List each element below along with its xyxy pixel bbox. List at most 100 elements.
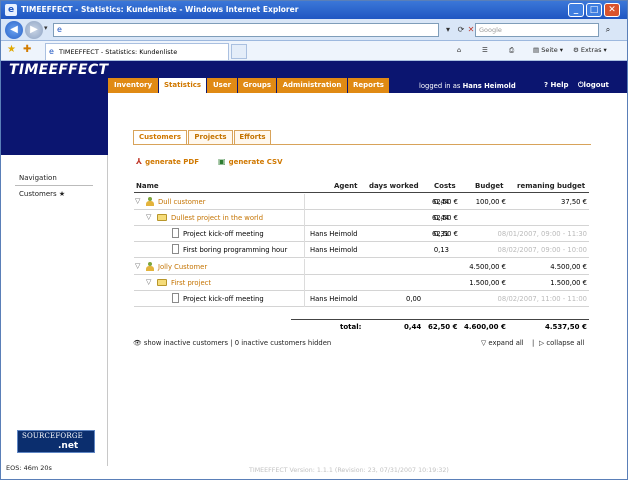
table-row[interactable]: Project kick-off meeting Hans Heimold 0,…	[134, 291, 589, 307]
nav-reports[interactable]: Reports	[348, 78, 390, 93]
collapse-all-link[interactable]: ▷ collapse all	[539, 339, 584, 347]
nav-administration[interactable]: Administration	[277, 78, 348, 93]
nav-statistics[interactable]: Statistics	[159, 78, 207, 93]
title-bar: e TIMEEFFECT - Statistics: Kundenliste -…	[1, 1, 627, 19]
logout-link[interactable]: ⏻logout	[578, 81, 609, 90]
total-days: 0,44	[404, 323, 422, 331]
app-logo: TIMEEFFECT	[9, 62, 109, 78]
column-separator	[304, 291, 305, 307]
total-remaining: 4.537,50 €	[545, 323, 587, 331]
table-row[interactable]: Project kick-off meeting Hans Heimold 0,…	[134, 226, 589, 242]
nav-user[interactable]: User	[207, 78, 238, 93]
feeds-icon[interactable]: ☰	[482, 46, 488, 54]
minimize-button[interactable]: _	[568, 3, 584, 17]
row-name[interactable]: Dullest project in the world	[171, 214, 263, 222]
project-folder-icon	[157, 279, 167, 286]
collapse-icon[interactable]: ▽	[146, 278, 151, 286]
page-menu[interactable]: ▤ Seite ▾	[533, 46, 563, 54]
total-budget: 4.600,00 €	[464, 323, 506, 331]
generate-pdf-label: generate PDF	[145, 158, 200, 166]
forward-button[interactable]: ▶	[25, 21, 43, 39]
nav-groups[interactable]: Groups	[238, 78, 277, 93]
window-title: TIMEEFFECT - Statistics: Kundenliste - W…	[21, 5, 299, 14]
print-icon[interactable]: ⎙	[509, 46, 514, 55]
table-row[interactable]: ▽ Dullest project in the world 0,44 62,5…	[134, 210, 589, 226]
collapse-icon: ▷	[539, 339, 545, 347]
row-name[interactable]: Dull customer	[158, 198, 206, 206]
row-date: 08/02/2007, 09:00 - 10:00	[497, 246, 587, 254]
row-agent: Hans Heimold	[310, 246, 358, 254]
new-tab-button[interactable]	[231, 44, 247, 59]
column-header-name[interactable]: Name	[136, 182, 159, 190]
pdf-icon: ⅄	[136, 157, 143, 166]
column-separator	[304, 210, 305, 226]
maximize-button[interactable]: □	[586, 3, 602, 17]
help-label: Help	[550, 81, 569, 89]
collapse-all-label: collapse all	[546, 339, 585, 347]
row-agent: Hans Heimold	[310, 295, 358, 303]
tab-efforts[interactable]: Efforts	[234, 130, 271, 144]
dropdown-icon[interactable]: ▾	[441, 23, 455, 37]
total-label: total:	[340, 323, 362, 331]
collapse-icon[interactable]: ▽	[146, 213, 151, 221]
home-icon[interactable]: ⌂	[457, 46, 461, 54]
collapse-icon[interactable]: ▽	[135, 197, 140, 205]
row-name[interactable]: Project kick-off meeting	[183, 295, 264, 303]
row-name[interactable]: Jolly Customer	[158, 263, 207, 271]
column-separator	[304, 275, 305, 291]
search-input[interactable]: Google	[475, 23, 599, 37]
generate-csv-link[interactable]: ▣ generate CSV	[218, 157, 282, 166]
row-name[interactable]: Project kick-off meeting	[183, 230, 264, 238]
tab-toolbar: ★ ✚ e TIMEEFFECT - Statistics: Kundenlis…	[1, 41, 627, 61]
active-marker-icon: ★	[58, 190, 66, 198]
add-favorite-icon[interactable]: ✚	[23, 44, 31, 55]
help-link[interactable]: ? Help	[544, 81, 569, 89]
back-button[interactable]: ◀	[5, 21, 23, 39]
column-header-budget[interactable]: Budget	[475, 182, 503, 190]
table-row[interactable]: ▽ First project 1.500,00 € 1.500,00 €	[134, 275, 589, 291]
search-icon[interactable]: ⌕	[601, 23, 615, 37]
row-name[interactable]: First project	[171, 279, 211, 287]
sourceforge-logo[interactable]: SOURCEFORGE .net	[17, 430, 95, 453]
ie-icon: e	[5, 4, 17, 16]
extras-menu-label: Extras	[580, 46, 602, 54]
csv-icon: ▣	[218, 157, 226, 166]
row-date: 08/01/2007, 09:00 - 11:30	[497, 230, 587, 238]
column-header-remaining[interactable]: remaning budget	[517, 182, 585, 190]
history-dropdown-icon[interactable]: ▾	[44, 24, 48, 32]
tab-projects[interactable]: Projects	[188, 130, 233, 144]
row-costs: 62,50 €	[432, 198, 458, 206]
close-button[interactable]: ✕	[604, 3, 620, 17]
table-row[interactable]: ▽ Jolly Customer 4.500,00 € 4.500,00 €	[134, 259, 589, 275]
column-separator	[304, 259, 305, 275]
sourceforge-text: SOURCEFORGE	[22, 432, 83, 440]
inactive-customers-toggle[interactable]: 👁 show inactive customers | 0 inactive c…	[133, 339, 331, 347]
sidebar-item-customers[interactable]: Customers ★	[19, 190, 65, 198]
favorites-star-icon[interactable]: ★	[7, 44, 16, 55]
column-header-days[interactable]: days worked	[369, 182, 419, 190]
address-field[interactable]: e	[53, 23, 439, 37]
page-menu-label: Seite	[541, 46, 558, 54]
nav-inventory[interactable]: Inventory	[108, 78, 159, 93]
table-row[interactable]: ▽ Dull customer 0,44 62,50 € 100,00 € 37…	[134, 194, 589, 210]
effort-document-icon	[172, 293, 179, 303]
expand-all-link[interactable]: ▽ expand all	[481, 339, 524, 347]
header-divider	[134, 192, 589, 193]
browser-tab[interactable]: e TIMEEFFECT - Statistics: Kundenliste	[45, 43, 229, 60]
column-header-agent[interactable]: Agent	[334, 182, 358, 190]
user-name: Hans Heimold	[462, 82, 516, 90]
extras-menu[interactable]: ⚙ Extras ▾	[573, 46, 607, 54]
generate-csv-label: generate CSV	[228, 158, 283, 166]
collapse-icon[interactable]: ▽	[135, 262, 140, 270]
row-name[interactable]: First boring programming hour	[183, 246, 287, 254]
customer-icon	[146, 262, 154, 271]
generate-pdf-link[interactable]: ⅄ generate PDF	[136, 157, 199, 166]
row-date: 08/02/2007, 11:00 - 11:00	[497, 295, 587, 303]
tab-customers[interactable]: Customers	[133, 130, 187, 144]
table-row[interactable]: First boring programming hour Hans Heimo…	[134, 242, 589, 258]
expand-all-label: expand all	[488, 339, 524, 347]
sidebar-item-label: Customers	[19, 190, 57, 198]
column-header-costs[interactable]: Costs	[434, 182, 456, 190]
expand-icon: ▽	[481, 339, 487, 347]
logged-in-label: logged in as	[419, 82, 461, 90]
